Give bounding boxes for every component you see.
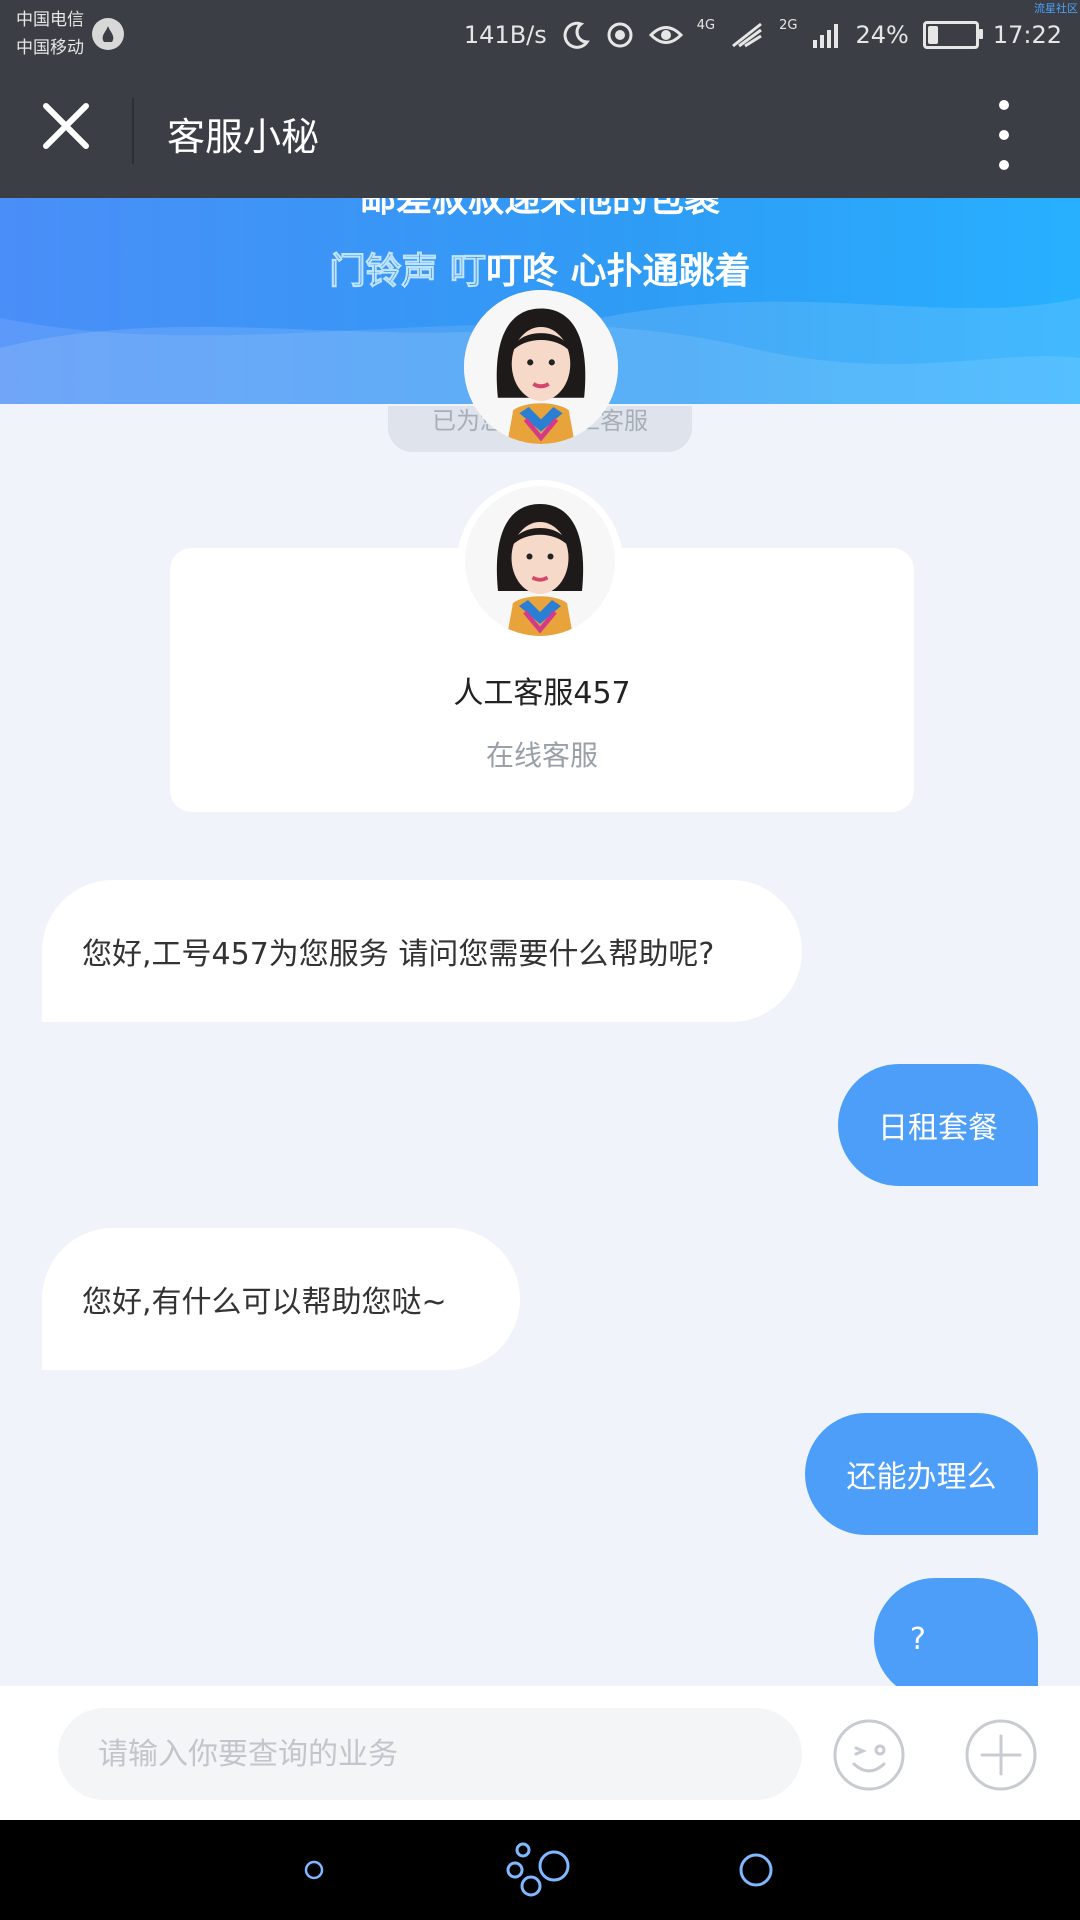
message-outgoing: ? bbox=[874, 1578, 1038, 1700]
eye-icon bbox=[648, 26, 683, 44]
recents-nav-icon[interactable] bbox=[738, 1852, 774, 1888]
banner-avatar bbox=[464, 290, 618, 444]
system-nav-bar bbox=[0, 1820, 1080, 1920]
more-options-button[interactable] bbox=[984, 100, 1024, 170]
app-notification-icon bbox=[92, 18, 124, 50]
carrier-info: 中国电信 中国移动 bbox=[16, 6, 84, 62]
lyric-rest: 叮咚 心扑通跳着 bbox=[486, 251, 751, 292]
lyric-line-2: 门铃声 叮叮咚 心扑通跳着 bbox=[0, 242, 1080, 294]
watermark: 流星社区 bbox=[1034, 2, 1078, 15]
agent-status: 在线客服 bbox=[485, 739, 598, 772]
carrier-2: 中国移动 bbox=[16, 38, 84, 58]
app-header: 客服小秘 bbox=[0, 72, 1080, 198]
message-text: 还能办理么 bbox=[846, 1460, 997, 1495]
net-speed: 141B/s bbox=[463, 21, 547, 49]
message-incoming: 您好,有什么可以帮助您哒~ bbox=[42, 1228, 520, 1370]
network-4g-label: 4G bbox=[696, 18, 716, 33]
close-icon[interactable] bbox=[36, 96, 96, 156]
home-nav-icon[interactable] bbox=[505, 1840, 575, 1900]
agent-name: 人工客服457 bbox=[453, 676, 631, 711]
message-text: 您好,工号457为您服务 请问您需要什么帮助呢? bbox=[82, 937, 715, 972]
status-bar: 中国电信 中国移动 141B/s 4G 2G 24% 17:22 流星社区 bbox=[0, 0, 1080, 72]
lyric-line-1: 邮差叔叔递来他的包裹 bbox=[359, 198, 720, 220]
message-text: ? bbox=[910, 1621, 926, 1657]
input-bar bbox=[0, 1686, 1080, 1820]
lyric-highlight: 门铃声 叮 bbox=[329, 251, 487, 293]
moon-icon bbox=[563, 21, 590, 49]
message-outgoing: 还能办理么 bbox=[805, 1413, 1038, 1535]
agent-avatar[interactable] bbox=[465, 486, 615, 636]
flower-icon bbox=[607, 22, 633, 48]
back-nav-icon[interactable] bbox=[302, 1858, 326, 1882]
network-2g-label: 2G bbox=[779, 18, 798, 33]
battery-percent: 24% bbox=[855, 21, 909, 49]
message-text: 您好,有什么可以帮助您哒~ bbox=[82, 1285, 447, 1320]
carrier-1: 中国电信 bbox=[16, 10, 84, 30]
emoji-icon[interactable] bbox=[832, 1718, 906, 1792]
signal-icon bbox=[813, 24, 839, 48]
wifi-icon bbox=[732, 22, 763, 48]
dot-icon bbox=[999, 160, 1009, 170]
message-outgoing: 日租套餐 bbox=[838, 1064, 1038, 1186]
message-text: 日租套餐 bbox=[878, 1111, 998, 1146]
status-icons: 141B/s 4G 2G 24% 17:22 bbox=[464, 18, 1062, 52]
battery-level bbox=[927, 26, 938, 44]
message-input[interactable] bbox=[58, 1708, 802, 1800]
header-divider bbox=[132, 98, 134, 164]
message-incoming: 您好,工号457为您服务 请问您需要什么帮助呢? bbox=[42, 880, 802, 1022]
clock: 17:22 bbox=[992, 21, 1062, 49]
plus-icon[interactable] bbox=[964, 1718, 1038, 1792]
dot-icon bbox=[999, 130, 1009, 140]
battery-icon bbox=[922, 21, 983, 49]
agent-portrait-icon bbox=[465, 486, 615, 636]
dot-icon bbox=[999, 100, 1009, 110]
page-title: 客服小秘 bbox=[167, 115, 320, 159]
agent-portrait-icon bbox=[464, 290, 618, 444]
